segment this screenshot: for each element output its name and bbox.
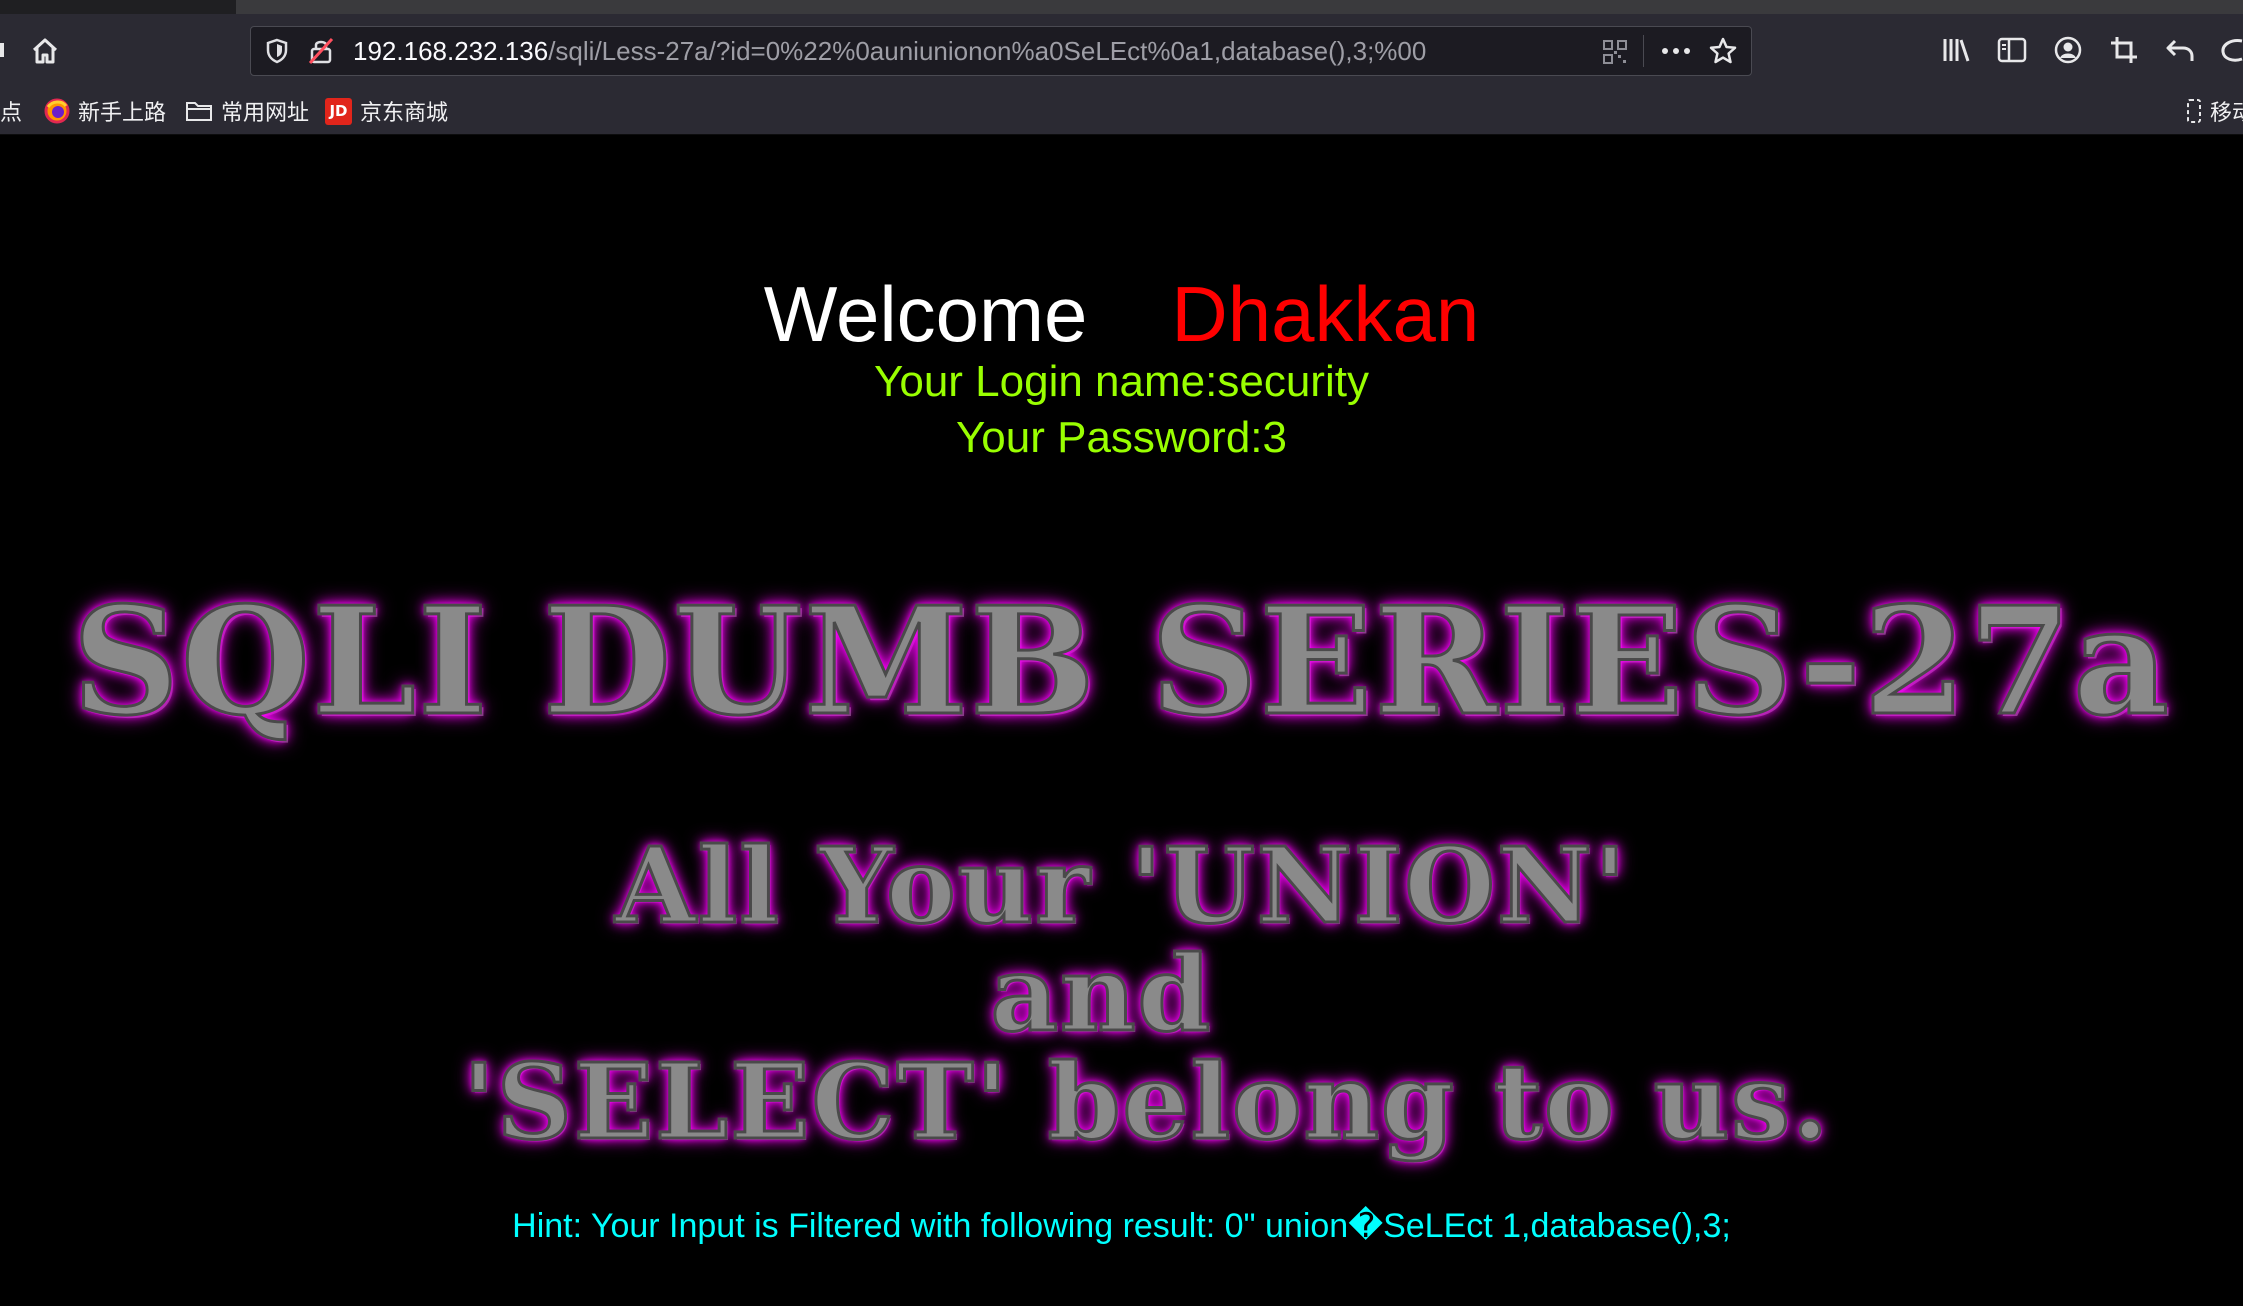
reload-icon[interactable]: [0, 32, 10, 68]
bookmark-label: 移动: [2210, 101, 2243, 126]
url-text[interactable]: 192.168.232.136/sqli/Less-27a/?id=0%22%0…: [353, 27, 1426, 75]
bookmark-star-icon[interactable]: [1705, 34, 1741, 68]
url-separator: [1643, 35, 1644, 67]
series-title-banner: SQLI DUMB SERIES-27a: [71, 574, 2171, 748]
welcome-heading: Welcome Dhakkan: [0, 264, 2243, 364]
url-path: /sqli/Less-27a/?id=0%22%0auniunionon%a0S…: [548, 36, 1427, 66]
screenshot-crop-icon[interactable]: [2106, 32, 2142, 68]
slogan-line-1: All Your 'UNION': [614, 824, 1628, 947]
bookmark-folder-common-sites[interactable]: 常用网址: [185, 87, 309, 135]
home-icon[interactable]: [22, 28, 68, 74]
bookmark-item-mobile[interactable]: 移动: [2186, 87, 2243, 135]
qr-code-icon[interactable]: [1599, 36, 1631, 68]
mobile-bookmarks-icon: [2187, 99, 2201, 123]
account-icon[interactable]: [2050, 32, 2086, 68]
bookmark-label: 常用网址: [221, 101, 310, 126]
bookmark-label: 新手上路: [78, 101, 167, 126]
login-name-text: Your Login name:security: [874, 357, 1369, 406]
filter-hint: Hint: Your Input is Filtered with follow…: [512, 1207, 1731, 1245]
insecure-connection-icon[interactable]: [305, 35, 337, 67]
tab-strip-edge: [0, 0, 236, 14]
bookmarks-toolbar: 点 新手上路 常用网址 JD 京东商城 移动: [0, 87, 2243, 135]
tracking-shield-icon[interactable]: [261, 35, 293, 67]
bookmark-item-jd[interactable]: JD 京东商城: [325, 87, 448, 135]
jd-icon: JD: [325, 97, 352, 125]
page-actions-icon[interactable]: [1653, 35, 1699, 67]
sync-icon[interactable]: [2218, 32, 2243, 68]
bookmark-label: 点: [0, 101, 23, 126]
url-host: 192.168.232.136: [353, 36, 549, 66]
library-icon[interactable]: [1938, 32, 1974, 68]
bookmark-item-getting-started[interactable]: 新手上路: [44, 87, 166, 135]
welcome-name: Dhakkan: [1171, 270, 1480, 358]
page-content: Welcome Dhakkan Your Login name:security …: [0, 136, 2243, 1306]
slogan-line-3: 'SELECT' belong to us.: [461, 1040, 1831, 1163]
address-bar[interactable]: 192.168.232.136/sqli/Less-27a/?id=0%22%0…: [250, 26, 1752, 76]
navigation-toolbar: 192.168.232.136/sqli/Less-27a/?id=0%22%0…: [0, 14, 2243, 87]
firefox-icon: [44, 98, 70, 124]
bookmark-label: 京东商城: [360, 101, 449, 126]
undo-icon[interactable]: [2162, 32, 2198, 68]
folder-icon: [186, 102, 212, 121]
welcome-word: Welcome: [763, 270, 1088, 358]
slogan-line-2: and: [989, 932, 1213, 1055]
bookmark-item-fragment[interactable]: 点: [0, 87, 22, 135]
sidebar-icon[interactable]: [1994, 32, 2030, 68]
password-text: Your Password:3: [955, 413, 1287, 462]
tab-strip: [0, 0, 2243, 14]
